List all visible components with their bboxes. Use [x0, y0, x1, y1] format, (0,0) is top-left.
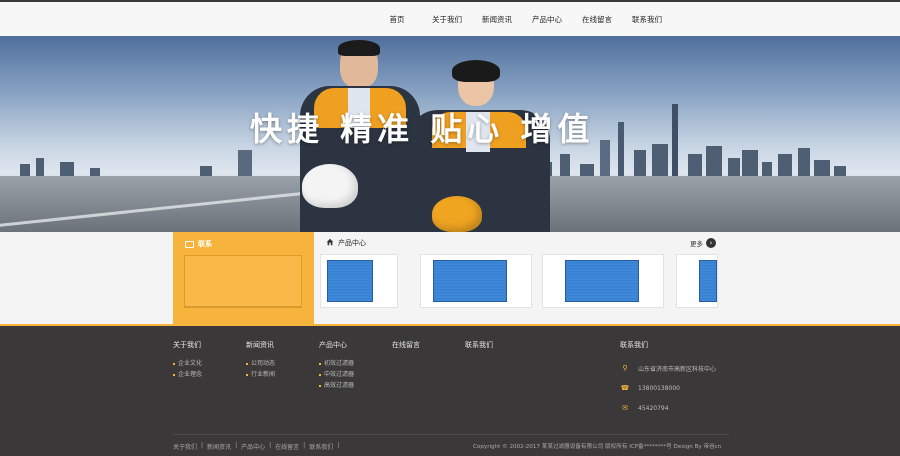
phone-text: 13800138000 [638, 384, 680, 392]
contact-card-icon [185, 240, 194, 248]
site-footer: 关于我们 企业文化 企业理念 新闻资讯 公司动态 行业新闻 产品中心 初效过滤器… [0, 324, 900, 456]
footer-contact-info: 联系我们 ⚲ 山东省济南市高新区科技中心 ☎ 13800138000 ✉ 454… [620, 340, 716, 418]
white-helmet-image [302, 164, 358, 208]
product-thumbnail[interactable] [676, 254, 718, 308]
products-heading: 产品中心 [326, 238, 366, 248]
contact-panel: 联系 [173, 232, 314, 324]
main-nav: 首页 关于我们 新闻资讯 产品中心 在线留言 联系我们 [372, 13, 672, 27]
phone-row: ☎ 13800138000 [620, 378, 716, 398]
more-label[interactable]: 更多 [690, 238, 703, 248]
top-navigation-bar: 首页 关于我们 新闻资讯 产品中心 在线留言 联系我们 [0, 0, 900, 36]
yellow-helmet-image [432, 196, 482, 232]
nav-item-contact[interactable]: 联系我们 [622, 13, 672, 27]
footer-link[interactable]: 企业理念 [173, 369, 202, 380]
footer-column-products: 产品中心 初效过滤器 中效过滤器 高效过滤器 [319, 340, 354, 391]
product-thumbnail[interactable] [320, 254, 398, 308]
products-title: 产品中心 [338, 239, 366, 247]
contact-panel-label: 联系 [198, 240, 212, 248]
arrow-right-icon[interactable]: › [706, 238, 716, 248]
footer-heading[interactable]: 产品中心 [319, 340, 354, 350]
footer-heading[interactable]: 联系我们 [465, 340, 493, 350]
footer-link[interactable]: 企业文化 [173, 358, 202, 369]
footer-column-contact: 联系我们 [465, 340, 493, 358]
contact-panel-content [184, 255, 302, 308]
nav-item-products[interactable]: 产品中心 [522, 13, 572, 27]
footer-link[interactable]: 行业新闻 [246, 369, 275, 380]
footer-link[interactable]: 初效过滤器 [319, 358, 354, 369]
footer-column-message: 在线留言 [392, 340, 420, 358]
footer-heading[interactable]: 在线留言 [392, 340, 420, 350]
copyright-text: Copyright © 2002-2017 某某过滤器设备有限公司 版权所有 I… [473, 444, 722, 450]
contact-panel-title: 联系 [185, 239, 212, 249]
nav-item-news[interactable]: 新闻资讯 [472, 13, 522, 27]
banner-slogan: 快捷 精准 贴心 增值 [250, 110, 595, 148]
content-section: 联系 产品中心 更多 › [0, 232, 900, 324]
footer-column-news: 新闻资讯 公司动态 行业新闻 [246, 340, 275, 380]
footer-link[interactable]: 公司动态 [246, 358, 275, 369]
footer-bottom-link[interactable]: 关于我们 [173, 442, 197, 451]
footer-column-about: 关于我们 企业文化 企业理念 [173, 340, 202, 380]
footer-bottom-link[interactable]: 新闻资讯 [207, 442, 231, 451]
footer-link[interactable]: 高效过滤器 [319, 380, 354, 391]
footer-link[interactable]: 中效过滤器 [319, 369, 354, 380]
footer-heading[interactable]: 关于我们 [173, 340, 202, 350]
hero-banner: 快捷 精准 贴心 增值 [0, 36, 900, 232]
footer-divider [173, 434, 729, 435]
nav-item-home[interactable]: 首页 [372, 13, 422, 27]
more-link[interactable]: 更多 › [690, 238, 716, 248]
nav-item-about[interactable]: 关于我们 [422, 13, 472, 27]
footer-bottom-links: 关于我们 | 新闻资讯 | 产品中心 | 在线留言 | 联系我们 | [173, 442, 340, 451]
qq-text: 45420794 [638, 404, 669, 412]
address-row: ⚲ 山东省济南市高新区科技中心 [620, 358, 716, 378]
address-text: 山东省济南市高新区科技中心 [638, 365, 717, 373]
footer-contact-heading: 联系我们 [620, 341, 648, 349]
footer-bottom-link[interactable]: 产品中心 [241, 442, 265, 451]
footer-bottom-link[interactable]: 联系我们 [309, 442, 333, 451]
product-thumbnail[interactable] [420, 254, 532, 308]
mail-icon: ✉ [622, 404, 628, 412]
nav-item-message[interactable]: 在线留言 [572, 13, 622, 27]
phone-icon: ☎ [620, 384, 630, 392]
product-thumbnail[interactable] [542, 254, 664, 308]
footer-bottom-link[interactable]: 在线留言 [275, 442, 299, 451]
location-pin-icon: ⚲ [622, 364, 628, 372]
qq-row: ✉ 45420794 [620, 398, 716, 418]
footer-heading[interactable]: 新闻资讯 [246, 340, 275, 350]
home-icon [326, 238, 334, 248]
